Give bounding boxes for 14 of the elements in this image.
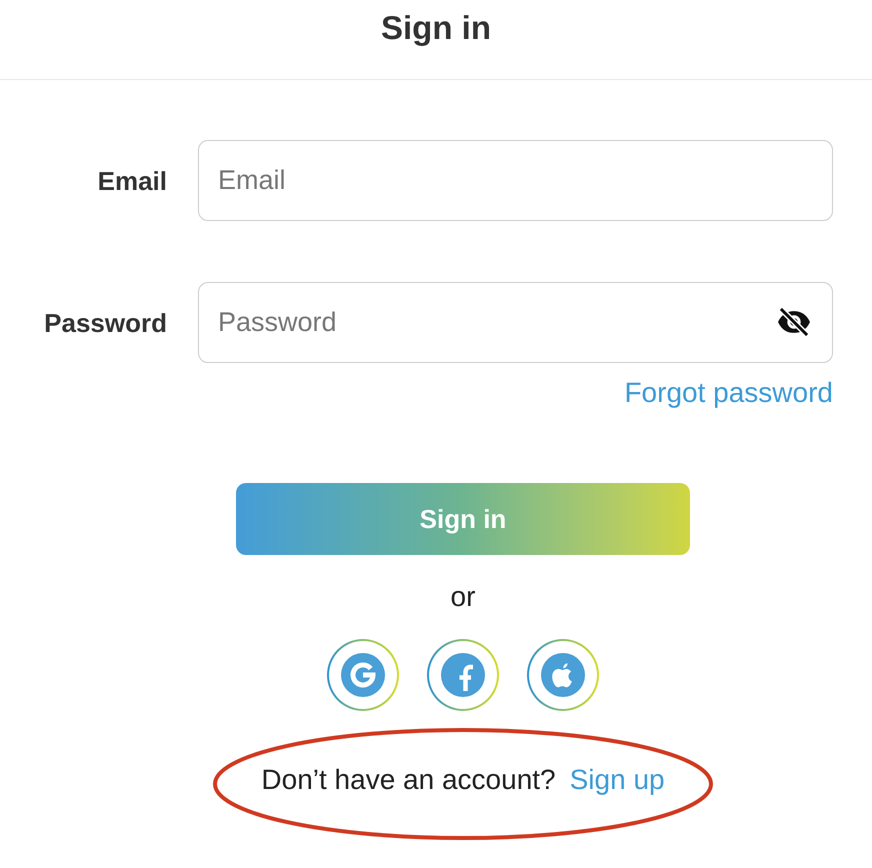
email-label: Email (96, 164, 167, 196)
g-letter-icon (341, 653, 385, 697)
sign-up-link[interactable]: Sign up (570, 764, 665, 796)
password-field[interactable]: Password (198, 282, 833, 363)
eye-off-icon[interactable] (778, 308, 810, 336)
apple-icon (541, 653, 585, 697)
f-letter-icon (441, 653, 485, 697)
page-title: Sign in (381, 9, 491, 47)
sign-in-button[interactable]: Sign in (236, 483, 690, 555)
or-separator: or (450, 581, 476, 613)
signup-prompt: Don’t have an account? (261, 764, 556, 796)
password-label: Password (43, 306, 167, 338)
email-field[interactable]: Email (198, 140, 833, 221)
forgot-password-link[interactable]: Forgot password (624, 377, 833, 409)
